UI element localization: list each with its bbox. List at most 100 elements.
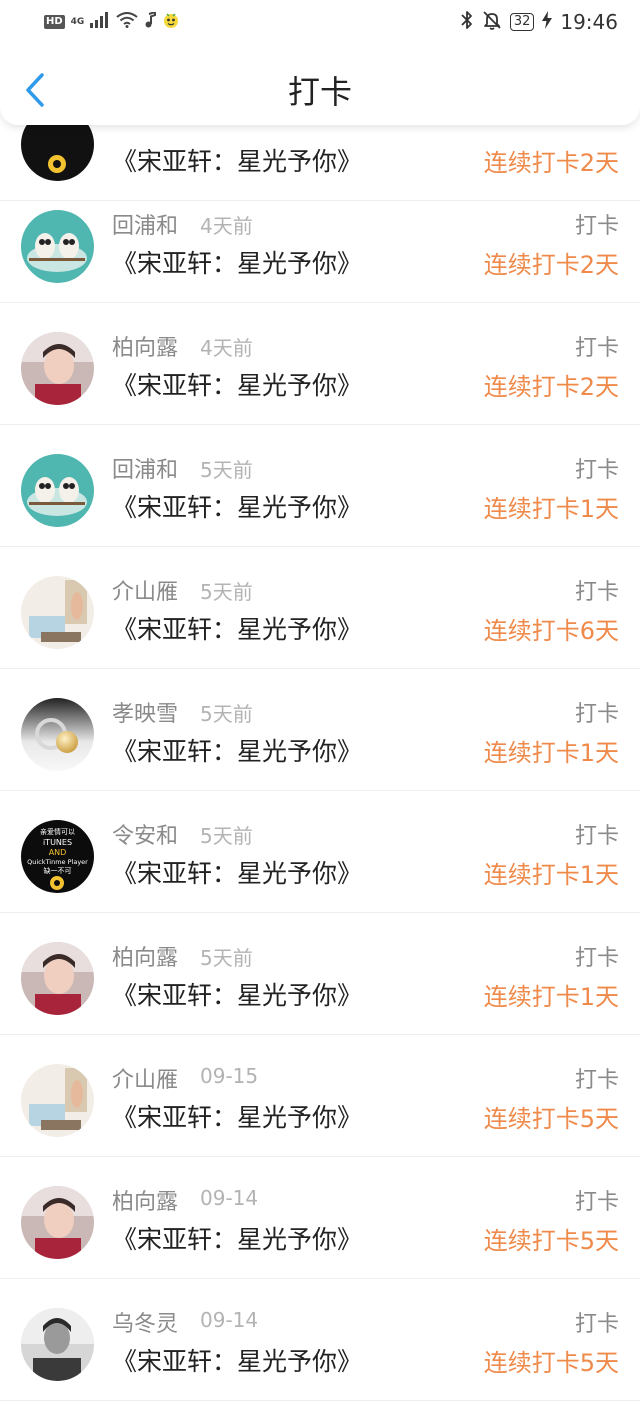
app-notification-icon [162, 11, 180, 33]
action-label: 打卡 [574, 1190, 619, 1215]
divider [0, 912, 640, 913]
divider [0, 1400, 640, 1401]
streak-label: 连续打卡1天 [483, 983, 619, 1011]
user-name[interactable]: 回浦和 [112, 208, 178, 240]
user-name[interactable]: 柏向露 [112, 940, 178, 972]
avatar[interactable] [21, 332, 94, 405]
bell-muted-icon [482, 10, 502, 34]
action-label: 打卡 [574, 702, 619, 727]
book-title[interactable]: 《宋亚轩：星光予你》 [112, 244, 362, 280]
user-name[interactable]: 乌冬灵 [112, 1306, 178, 1338]
checkin-time: 5天前 [200, 824, 253, 848]
wifi-icon [116, 12, 138, 32]
book-title[interactable]: 《宋亚轩：星光予你》 [112, 854, 362, 890]
book-title[interactable]: 《宋亚轩：星光予你》 [112, 976, 362, 1012]
user-name[interactable]: 回浦和 [112, 452, 178, 484]
book-title[interactable]: 《宋亚轩：星光予你》 [112, 732, 362, 768]
poster-text: QuickTinme Player [27, 858, 88, 866]
action-label: 打卡 [574, 824, 619, 849]
checkin-time: 4天前 [200, 336, 253, 360]
avatar[interactable] [21, 576, 94, 649]
checkin-time: 5天前 [200, 458, 253, 482]
charging-icon [542, 11, 553, 33]
book-title[interactable]: 《宋亚轩：星光予你》 [112, 1098, 362, 1134]
checkin-item[interactable]: 孝映雪 5天前 打卡 《宋亚轩：星光予你》 连续打卡1天 [0, 670, 640, 791]
user-name[interactable]: 令安和 [112, 818, 178, 850]
checkin-item[interactable]: 乌冬灵 09-14 打卡 《宋亚轩：星光予你》 连续打卡5天 [0, 1280, 640, 1401]
checkin-item[interactable]: 柏向露 4天前 打卡 《宋亚轩：星光予你》 连续打卡2天 [0, 304, 640, 425]
status-bar: HD 4G 32 19:46 [0, 0, 640, 44]
user-name[interactable]: 介山雁 [112, 574, 178, 606]
streak-label: 连续打卡2天 [483, 149, 619, 177]
bluetooth-icon [460, 10, 474, 34]
hd-badge: HD [44, 15, 65, 29]
action-label: 打卡 [574, 336, 619, 361]
avatar[interactable] [21, 698, 94, 771]
book-title[interactable]: 《宋亚轩：星光予你》 [112, 1220, 362, 1256]
divider [0, 424, 640, 425]
book-title[interactable]: 《宋亚轩：星光予你》 [112, 488, 362, 524]
signal-icon [90, 12, 110, 32]
checkin-item[interactable]: 柏向露 5天前 打卡 《宋亚轩：星光予你》 连续打卡1天 [0, 914, 640, 1035]
streak-label: 连续打卡6天 [483, 617, 619, 645]
checkin-item[interactable]: 介山雁 5天前 打卡 《宋亚轩：星光予你》 连续打卡6天 [0, 548, 640, 669]
user-name[interactable]: 介山雁 [112, 1062, 178, 1094]
streak-label: 连续打卡2天 [483, 373, 619, 401]
checkin-time: 09-14 [200, 1186, 259, 1210]
avatar[interactable] [21, 454, 94, 527]
poster-text: 亲爱情可以 [40, 827, 75, 836]
action-label: 打卡 [574, 1068, 619, 1093]
checkin-item[interactable]: 柏向露 09-14 打卡 《宋亚轩：星光予你》 连续打卡5天 [0, 1158, 640, 1279]
divider [0, 668, 640, 669]
divider [0, 1034, 640, 1035]
divider [0, 1156, 640, 1157]
battery-indicator: 32 [509, 13, 535, 31]
top-bar: HD 4G 32 19:46 打卡 [0, 0, 640, 125]
checkin-item[interactable]: 回浦和 4天前 打卡 《宋亚轩：星光予你》 连续打卡2天 [0, 182, 640, 303]
divider [0, 546, 640, 547]
poster-text: 缺一不可 [44, 866, 72, 875]
clock: 19:46 [560, 10, 618, 34]
music-note-icon [144, 10, 157, 32]
streak-label: 连续打卡5天 [483, 1105, 619, 1133]
avatar[interactable] [21, 210, 94, 283]
checkin-item[interactable]: 介山雁 09-15 打卡 《宋亚轩：星光予你》 连续打卡5天 [0, 1036, 640, 1157]
checkin-item[interactable]: 回浦和 5天前 打卡 《宋亚轩：星光予你》 连续打卡1天 [0, 426, 640, 547]
streak-label: 连续打卡1天 [483, 739, 619, 767]
user-name[interactable]: 柏向露 [112, 1184, 178, 1216]
book-title[interactable]: 《宋亚轩：星光予你》 [112, 1342, 362, 1378]
divider [0, 1278, 640, 1279]
streak-label: 连续打卡2天 [483, 251, 619, 279]
book-title[interactable]: 《宋亚轩：星光予你》 [112, 366, 362, 402]
avatar[interactable]: 亲爱情可以 iTUNES AND QuickTinme Player 缺一不可 [21, 820, 94, 893]
book-title[interactable]: 《宋亚轩：星光予你》 [112, 610, 362, 646]
book-title: 《宋亚轩：星光予你》 [112, 147, 363, 176]
action-label: 打卡 [574, 458, 619, 483]
action-label: 打卡 [574, 580, 619, 605]
checkin-time: 5天前 [200, 946, 253, 970]
page-title: 打卡 [287, 73, 352, 111]
poster-text: AND [49, 848, 67, 857]
avatar[interactable] [21, 1064, 94, 1137]
streak-label: 连续打卡5天 [483, 1227, 619, 1255]
checkin-time: 4天前 [200, 214, 253, 238]
checkin-time: 5天前 [200, 702, 253, 726]
checkin-time: 09-15 [200, 1064, 259, 1088]
network-type-label: 4G [70, 17, 85, 27]
poster-text: iTUNES [43, 838, 72, 847]
checkin-time: 09-14 [200, 1308, 259, 1332]
streak-label: 连续打卡1天 [483, 495, 619, 523]
avatar[interactable] [21, 1308, 94, 1381]
avatar[interactable] [21, 942, 94, 1015]
avatar[interactable] [21, 1186, 94, 1259]
checkin-item[interactable]: 亲爱情可以 iTUNES AND QuickTinme Player 缺一不可 … [0, 792, 640, 913]
action-label: 打卡 [574, 214, 619, 239]
divider [0, 302, 640, 303]
streak-label: 连续打卡5天 [483, 1349, 619, 1377]
checkin-time: 5天前 [200, 580, 253, 604]
streak-label: 连续打卡1天 [483, 861, 619, 889]
user-name[interactable]: 柏向露 [112, 330, 178, 362]
divider [0, 790, 640, 791]
user-name[interactable]: 孝映雪 [112, 696, 178, 728]
action-label: 打卡 [574, 1312, 619, 1337]
